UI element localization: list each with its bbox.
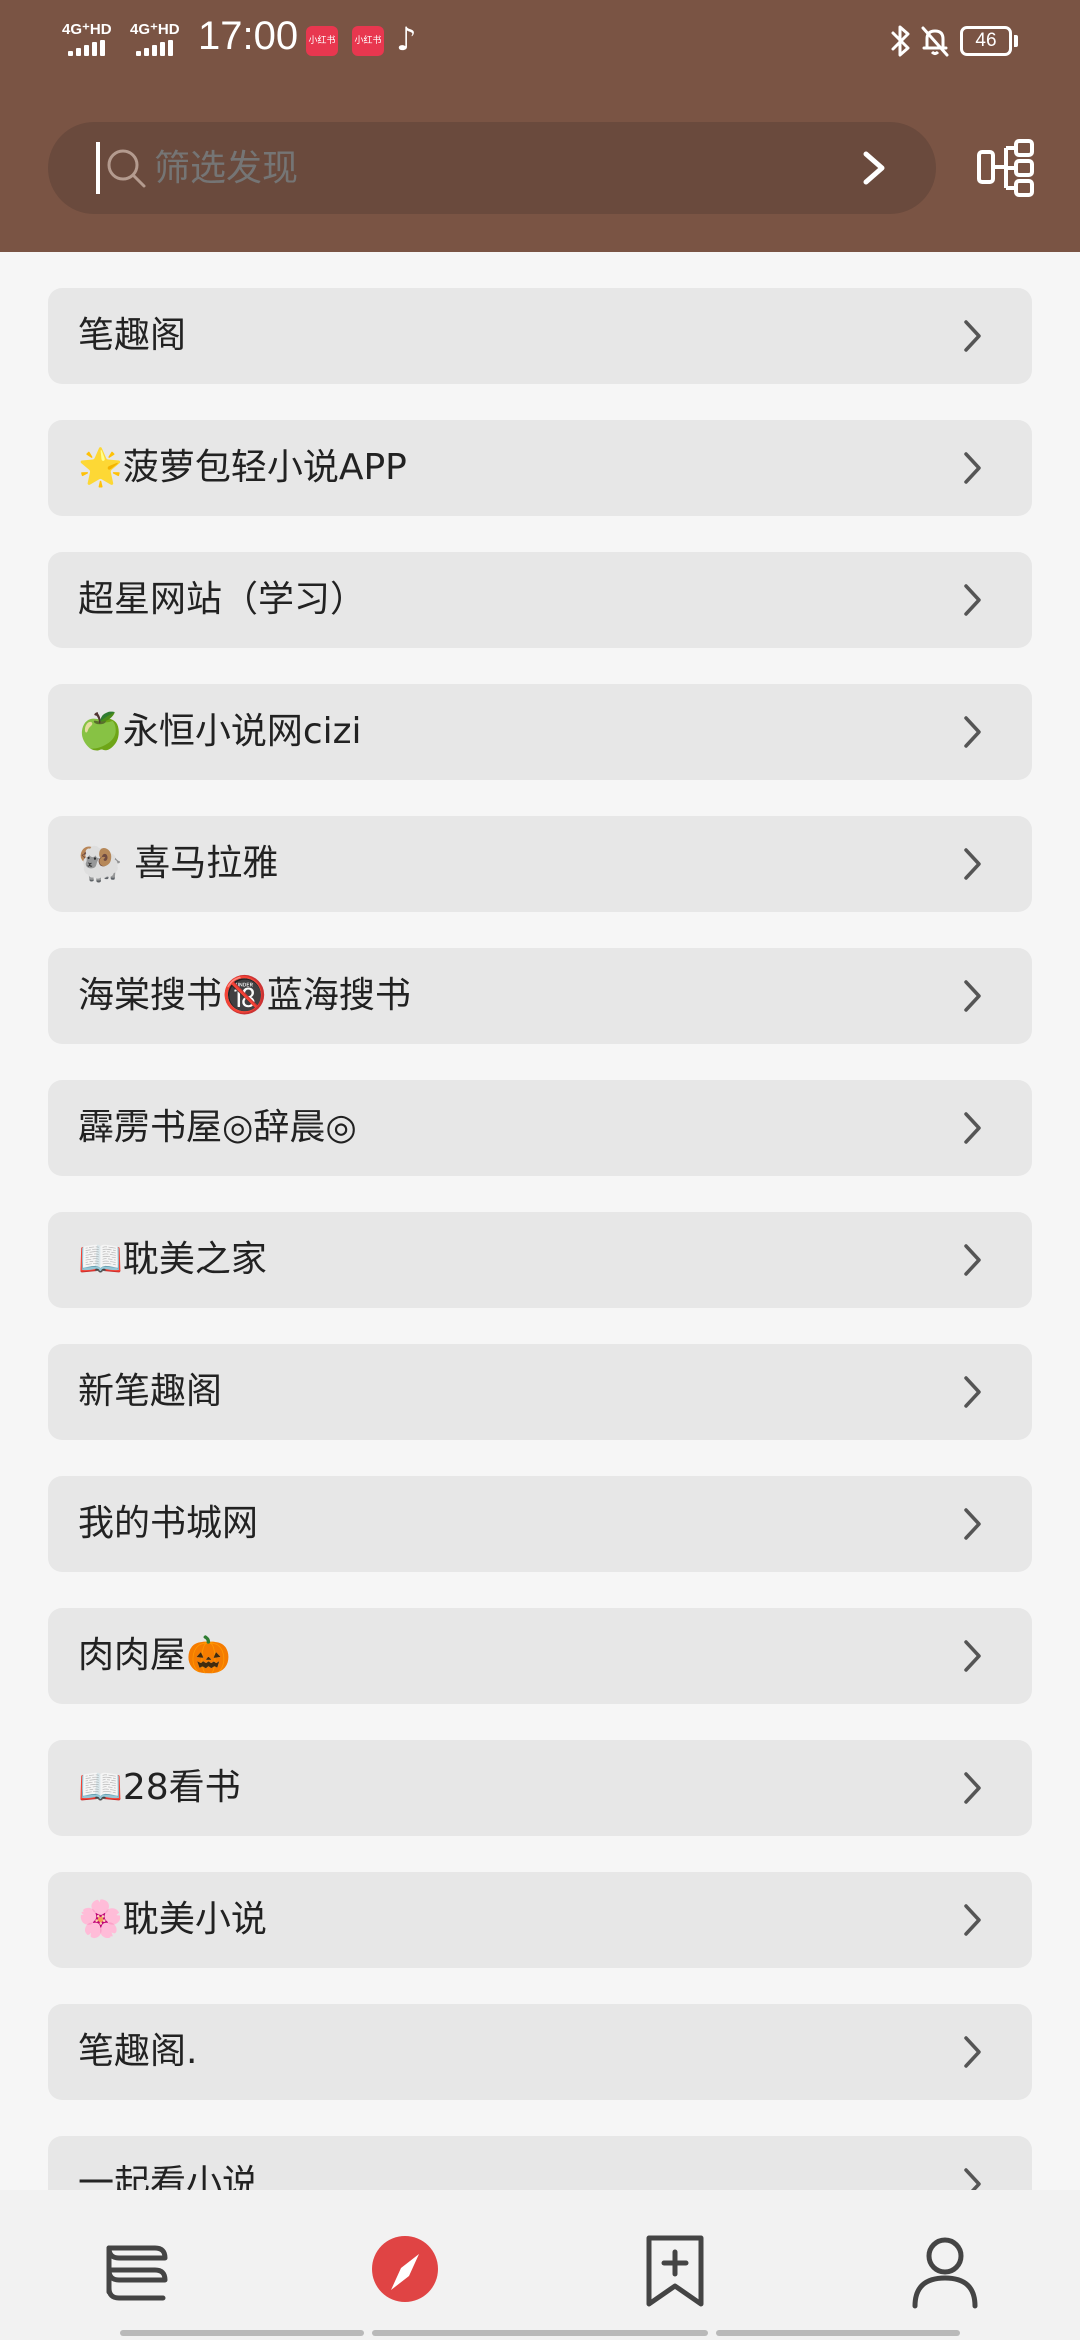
chevron-right-icon <box>964 320 981 352</box>
search-go-arrow-icon[interactable] <box>856 148 892 188</box>
text-cursor <box>96 142 100 194</box>
nav-discover[interactable] <box>365 2232 445 2312</box>
chevron-right-icon <box>964 2036 981 2068</box>
profile-icon <box>912 2237 978 2309</box>
chevron-right-icon <box>964 1508 981 1540</box>
source-name: 肉肉屋🎃 <box>78 1635 231 1676</box>
source-row[interactable]: 我的书城网 <box>48 1476 1032 1572</box>
network-label-1: 4G⁺HD <box>62 21 112 38</box>
bottom-navigation <box>0 2190 1080 2340</box>
nav-bookshelf[interactable] <box>95 2232 175 2312</box>
bookmark-add-icon <box>646 2235 704 2307</box>
chevron-right-icon <box>964 1640 981 1672</box>
source-row[interactable]: 笔趣阁. <box>48 2004 1032 2100</box>
source-row[interactable]: 🌟菠萝包轻小说APP <box>48 420 1032 516</box>
status-time: 17:00 <box>198 14 299 58</box>
source-row[interactable]: 🍏永恒小说网cizi <box>48 684 1032 780</box>
chevron-right-icon <box>964 1772 981 1804</box>
bookshelf-icon <box>106 2245 168 2301</box>
source-name: 🌟菠萝包轻小说APP <box>78 447 407 488</box>
search-icon <box>107 149 146 188</box>
source-row[interactable]: 📖耽美之家 <box>48 1212 1032 1308</box>
status-bar: 4G⁺HD 4G⁺HD 17:00 小红书 小红书 ♪ 46 <box>0 0 1080 84</box>
chevron-right-icon <box>964 452 981 484</box>
source-name: 超星网站（学习） <box>78 579 367 620</box>
source-name: 📖耽美之家 <box>78 1239 267 1280</box>
chevron-right-icon <box>964 716 981 748</box>
search-input[interactable] <box>152 122 756 216</box>
nav-bookmarks[interactable] <box>635 2232 715 2312</box>
source-row[interactable]: 肉肉屋🎃 <box>48 1608 1032 1704</box>
source-row[interactable]: 海棠搜书🔞蓝海搜书 <box>48 948 1032 1044</box>
bluetooth-icon <box>891 25 910 57</box>
source-name: 🌸耽美小说 <box>78 1899 267 1940</box>
bell-muted-icon <box>921 26 949 57</box>
source-name: 🐏 喜马拉雅 <box>78 843 279 884</box>
search-bar[interactable] <box>48 122 936 216</box>
source-row[interactable]: 📖28看书 <box>48 1740 1032 1836</box>
source-row[interactable]: 🐏 喜马拉雅 <box>48 816 1032 912</box>
source-name: 笔趣阁. <box>78 2031 198 2072</box>
chevron-right-icon <box>964 584 981 616</box>
chevron-right-icon <box>964 1904 981 1936</box>
battery-indicator: 46 <box>960 26 1018 56</box>
signal-strength-1: 4G⁺HD <box>62 20 122 60</box>
source-row[interactable]: 新笔趣阁 <box>48 1344 1032 1440</box>
source-name: 🍏永恒小说网cizi <box>78 711 362 752</box>
chevron-right-icon <box>964 1244 981 1276</box>
chevron-right-icon <box>964 1376 981 1408</box>
source-row[interactable]: 笔趣阁 <box>48 288 1032 384</box>
network-label-2: 4G⁺HD <box>130 21 180 38</box>
source-name: 笔趣阁 <box>78 315 187 356</box>
source-name: 霹雳书屋◎辞晨◎ <box>78 1107 357 1148</box>
source-row[interactable]: 🌸耽美小说 <box>48 1872 1032 1968</box>
source-row[interactable]: 超星网站（学习） <box>48 552 1032 648</box>
source-row[interactable]: 霹雳书屋◎辞晨◎ <box>48 1080 1032 1176</box>
discover-compass-icon <box>391 2254 419 2290</box>
top-app-bar: 4G⁺HD 4G⁺HD 17:00 小红书 小红书 ♪ 46 筛选发现 <box>0 0 1080 252</box>
chevron-right-icon <box>964 848 981 880</box>
chevron-right-icon <box>964 980 981 1012</box>
chevron-right-icon <box>964 1112 981 1144</box>
source-name: 📖28看书 <box>78 1767 241 1808</box>
source-name: 新笔趣阁 <box>78 1371 223 1412</box>
discover-source-list: 笔趣阁 🌟菠萝包轻小说APP 超星网站（学习） 🍏永恒小说网cizi 🐏 喜马拉… <box>48 288 1032 2268</box>
xiaohongshu-notification-icon: 小红书 <box>306 26 338 56</box>
signal-strength-2: 4G⁺HD <box>130 20 190 60</box>
tiktok-notification-icon: ♪ <box>396 20 417 58</box>
xiaohongshu-notification-icon-2: 小红书 <box>352 26 384 56</box>
source-name: 海棠搜书🔞蓝海搜书 <box>78 975 411 1016</box>
source-name: 我的书城网 <box>78 1503 259 1544</box>
group-tree-icon[interactable] <box>976 138 1036 198</box>
nav-profile[interactable] <box>905 2232 985 2312</box>
